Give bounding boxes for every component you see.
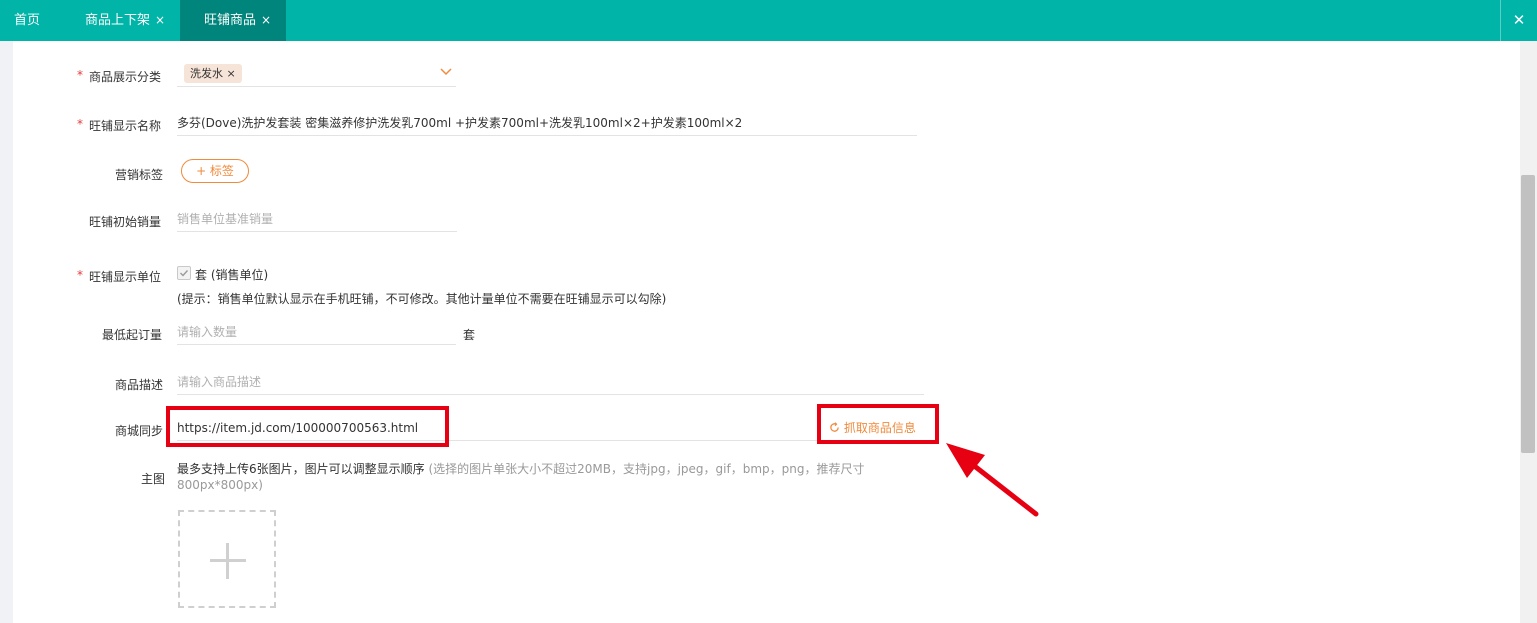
display-name-value: 多芬(Dove)洗护发套装 密集滋养修护洗发乳700ml +护发素700ml+洗… bbox=[177, 116, 743, 130]
top-tab-bar: 首页 商品上下架 × 旺铺商品 × ✕ bbox=[0, 0, 1537, 41]
tab-shop-products[interactable]: 旺铺商品 × bbox=[180, 0, 286, 41]
main-image-hint-main: 最多支持上传6张图片，图片可以调整显示顺序 bbox=[177, 462, 425, 476]
main-image-label: 主图 bbox=[141, 472, 166, 486]
scrollbar-thumb[interactable] bbox=[1521, 175, 1535, 453]
category-chip: 洗发水 × bbox=[184, 64, 242, 83]
tab-label: 首页 bbox=[14, 13, 41, 28]
main-image-hint: 最多支持上传6张图片，图片可以调整显示顺序 (选择的图片单张大小不超过20MB，… bbox=[177, 460, 864, 477]
check-icon bbox=[180, 270, 189, 277]
initial-sales-label: 旺铺初始销量 bbox=[89, 215, 162, 229]
display-name-input[interactable]: 多芬(Dove)洗护发套装 密集滋养修护洗发乳700ml +护发素700ml+洗… bbox=[177, 111, 917, 136]
required-mark: * bbox=[77, 268, 83, 282]
close-icon[interactable]: × bbox=[227, 67, 236, 80]
description-label: 商品描述 bbox=[115, 378, 164, 392]
min-order-label: 最低起订量 bbox=[102, 328, 163, 342]
initial-sales-input[interactable]: 销售单位基准销量 bbox=[177, 207, 457, 232]
category-label: 商品展示分类 bbox=[89, 70, 162, 84]
description-input[interactable]: 请输入商品描述 bbox=[177, 370, 924, 395]
annotation-highlight-url bbox=[166, 406, 449, 447]
required-mark: * bbox=[77, 117, 83, 131]
description-placeholder: 请输入商品描述 bbox=[177, 375, 262, 389]
image-upload-slot[interactable] bbox=[178, 510, 276, 608]
display-unit-label: 旺铺显示单位 bbox=[89, 270, 162, 284]
main-image-hint-detail: (选择的图片单张大小不超过20MB，支持jpg，jpeg，gif，bmp，png… bbox=[428, 462, 865, 476]
close-icon[interactable]: × bbox=[261, 0, 271, 41]
tab-product-listing[interactable]: 商品上下架 × bbox=[85, 0, 165, 41]
required-mark: * bbox=[77, 68, 83, 82]
chevron-down-icon[interactable] bbox=[439, 65, 453, 79]
chip-text: 洗发水 bbox=[190, 67, 223, 80]
close-icon[interactable]: ✕ bbox=[1500, 0, 1537, 41]
annotation-highlight-fetch bbox=[817, 404, 939, 444]
add-tag-button[interactable]: + 标签 bbox=[181, 159, 249, 183]
initial-sales-placeholder: 销售单位基准销量 bbox=[177, 212, 274, 226]
mall-sync-label: 商城同步 bbox=[115, 424, 164, 438]
display-unit-checkbox[interactable] bbox=[177, 266, 191, 280]
min-order-input[interactable]: 请输入数量 bbox=[177, 320, 456, 345]
min-order-placeholder: 请输入数量 bbox=[177, 325, 238, 339]
min-order-unit: 套 bbox=[463, 328, 476, 342]
main-image-hint-size: 800px*800px) bbox=[177, 478, 263, 492]
marketing-tag-label: 营销标签 bbox=[115, 168, 164, 182]
tab-home[interactable]: 首页 bbox=[14, 0, 40, 41]
close-icon[interactable]: × bbox=[155, 0, 165, 41]
tab-label: 商品上下架 bbox=[85, 13, 151, 28]
display-name-label: 旺铺显示名称 bbox=[89, 119, 162, 133]
display-unit-checkbox-label: 套 (销售单位) bbox=[195, 268, 269, 282]
display-unit-hint: (提示：销售单位默认显示在手机旺铺，不可修改。其他计量单位不需要在旺铺显示可以勾… bbox=[177, 292, 667, 306]
tab-label: 旺铺商品 bbox=[204, 13, 257, 28]
